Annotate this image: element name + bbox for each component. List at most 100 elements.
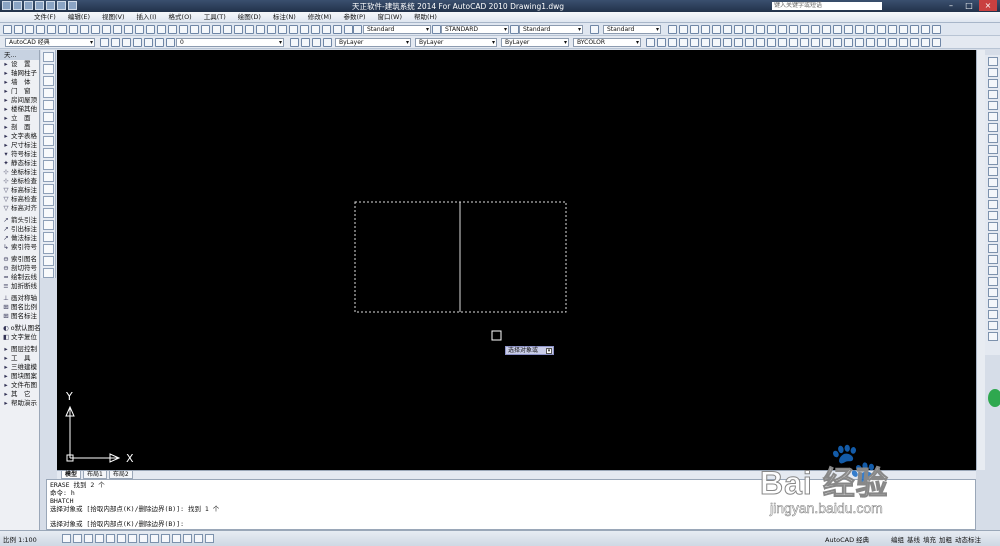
toolbar-tool-icon[interactable] bbox=[289, 25, 298, 34]
toolbar-tool-icon[interactable] bbox=[179, 25, 188, 34]
toolbar-tool-icon[interactable] bbox=[833, 38, 842, 47]
status-toggle-icon[interactable] bbox=[95, 534, 104, 543]
plot-icon[interactable] bbox=[68, 1, 77, 10]
draw-tool-icon[interactable] bbox=[42, 88, 54, 98]
toolbar-tool-icon[interactable] bbox=[888, 25, 897, 34]
modify-tool-icon[interactable] bbox=[987, 79, 998, 88]
modify-tool-icon[interactable] bbox=[987, 299, 998, 308]
panel-menu-item[interactable]: ⊹ 坐标标注 bbox=[0, 168, 39, 177]
toolbar-tool-icon[interactable] bbox=[910, 38, 919, 47]
panel-menu-item[interactable]: ≡ 加折断线 bbox=[0, 282, 39, 291]
modify-tool-icon[interactable] bbox=[987, 255, 998, 264]
status-toggle-icon[interactable] bbox=[139, 534, 148, 543]
toolbar-tool-icon[interactable] bbox=[877, 38, 886, 47]
toolbar-tool-icon[interactable] bbox=[811, 25, 820, 34]
toolbar-tool-icon[interactable] bbox=[344, 25, 353, 34]
menu-item[interactable]: 标注(N) bbox=[267, 12, 302, 22]
undo-icon[interactable] bbox=[46, 1, 55, 10]
toolbar-tool-icon[interactable] bbox=[135, 25, 144, 34]
toolbar-tool-icon[interactable] bbox=[322, 25, 331, 34]
panel-menu-item[interactable]: ▽ 标高对齐 bbox=[0, 204, 39, 213]
toolbar-tool-icon[interactable] bbox=[822, 25, 831, 34]
status-toggle-icon[interactable] bbox=[84, 534, 93, 543]
toolbar-tool-icon[interactable] bbox=[767, 25, 776, 34]
draw-tool-icon[interactable] bbox=[42, 172, 54, 182]
layout-tab[interactable]: 布局2 bbox=[108, 471, 133, 479]
status-toggle-icon[interactable] bbox=[161, 534, 170, 543]
minimize-button[interactable]: – bbox=[942, 0, 960, 11]
toolbar-tool-icon[interactable] bbox=[190, 25, 199, 34]
toolbar-tool-icon[interactable] bbox=[888, 38, 897, 47]
toolbar-tool-icon[interactable] bbox=[844, 38, 853, 47]
panel-menu-item[interactable]: ⊞ 图名标注 bbox=[0, 312, 39, 321]
modify-tool-icon[interactable] bbox=[987, 332, 998, 341]
draw-tool-icon[interactable] bbox=[42, 268, 54, 278]
toolbar-tool-icon[interactable] bbox=[866, 38, 875, 47]
modify-tool-icon[interactable] bbox=[987, 310, 998, 319]
toolbar-tool-icon[interactable] bbox=[3, 25, 12, 34]
panel-menu-item[interactable]: ▸ 立 面 bbox=[0, 114, 39, 123]
toolbar-tool-icon[interactable] bbox=[312, 38, 321, 47]
modify-tool-icon[interactable] bbox=[987, 211, 998, 220]
toolbar-tool-icon[interactable] bbox=[690, 38, 699, 47]
toolbar-tool-icon[interactable] bbox=[723, 25, 732, 34]
toolbar-tool-icon[interactable] bbox=[778, 25, 787, 34]
menu-item[interactable]: 文件(F) bbox=[28, 12, 62, 22]
toolbar-tool-icon[interactable] bbox=[133, 38, 142, 47]
toolbar-tool-icon[interactable] bbox=[701, 38, 710, 47]
toolbar-tool-icon[interactable] bbox=[866, 25, 875, 34]
draw-tool-icon[interactable] bbox=[42, 244, 54, 254]
panel-menu-item[interactable]: ▸ 楼梯其他 bbox=[0, 105, 39, 114]
panel-menu-item[interactable]: ⊖ 剖切符号 bbox=[0, 264, 39, 273]
search-input[interactable]: 键入关键字或短语 bbox=[772, 2, 882, 10]
modify-tool-icon[interactable] bbox=[987, 200, 998, 209]
toolbar-tool-icon[interactable] bbox=[833, 25, 842, 34]
floating-status-badge[interactable] bbox=[988, 389, 1000, 407]
toolbar-tool-icon[interactable] bbox=[168, 25, 177, 34]
toolbar-tool-icon[interactable] bbox=[80, 25, 89, 34]
close-button[interactable]: × bbox=[979, 0, 997, 11]
menu-item[interactable]: 插入(I) bbox=[131, 12, 163, 22]
modify-tool-icon[interactable] bbox=[987, 134, 998, 143]
open-icon[interactable] bbox=[24, 1, 33, 10]
panel-menu-item[interactable]: ▸ 尺寸标注 bbox=[0, 141, 39, 150]
toolbar-tool-icon[interactable] bbox=[921, 25, 930, 34]
toolbar-tool-icon[interactable] bbox=[25, 25, 34, 34]
panel-menu-item[interactable]: ▸ 门 窗 bbox=[0, 87, 39, 96]
redo-icon[interactable] bbox=[57, 1, 66, 10]
panel-menu-item[interactable]: ▸ 剖 面 bbox=[0, 123, 39, 132]
panel-menu-item[interactable]: ⊹ 坐标检查 bbox=[0, 177, 39, 186]
panel-menu-item[interactable]: ≈ 绘制云线 bbox=[0, 273, 39, 282]
toolbar-tool-icon[interactable] bbox=[47, 25, 56, 34]
vertical-scrollbar[interactable] bbox=[976, 50, 985, 470]
modify-tool-icon[interactable] bbox=[987, 178, 998, 187]
toolbar-tool-icon[interactable] bbox=[734, 25, 743, 34]
toolbar-tool-icon[interactable] bbox=[353, 25, 362, 34]
table-style-select[interactable]: Standard bbox=[519, 25, 583, 34]
panel-menu-item[interactable]: ▸ 文件布图 bbox=[0, 381, 39, 390]
toolbar-tool-icon[interactable] bbox=[778, 38, 787, 47]
toolbar-tool-icon[interactable] bbox=[69, 25, 78, 34]
modify-tool-icon[interactable] bbox=[987, 57, 998, 66]
panel-menu-item[interactable]: ⊥ 画对称轴 bbox=[0, 294, 39, 303]
status-toggle-icon[interactable] bbox=[73, 534, 82, 543]
panel-menu-item[interactable]: ▽ 标高标注 bbox=[0, 186, 39, 195]
save-icon[interactable] bbox=[35, 1, 44, 10]
toolbar-tool-icon[interactable] bbox=[146, 25, 155, 34]
toolbar-tool-icon[interactable] bbox=[91, 25, 100, 34]
toolbar-tool-icon[interactable] bbox=[300, 25, 309, 34]
status-toggle-icon[interactable] bbox=[172, 534, 181, 543]
toolbar-tool-icon[interactable] bbox=[745, 25, 754, 34]
draw-tool-icon[interactable] bbox=[42, 136, 54, 146]
toolbar-tool-icon[interactable] bbox=[701, 25, 710, 34]
toolbar-tool-icon[interactable] bbox=[212, 25, 221, 34]
workspace-select[interactable]: AutoCAD 经典 bbox=[5, 38, 95, 47]
group-toggle[interactable]: 编组 bbox=[891, 534, 904, 544]
menu-item[interactable]: 编辑(E) bbox=[62, 12, 96, 22]
modify-tool-icon[interactable] bbox=[987, 222, 998, 231]
modify-tool-icon[interactable] bbox=[987, 112, 998, 121]
toolbar-tool-icon[interactable] bbox=[789, 25, 798, 34]
status-toggle-icon[interactable] bbox=[62, 534, 71, 543]
panel-menu-item[interactable]: ✦ 静态标注 bbox=[0, 159, 39, 168]
toolbar-tool-icon[interactable] bbox=[301, 38, 310, 47]
